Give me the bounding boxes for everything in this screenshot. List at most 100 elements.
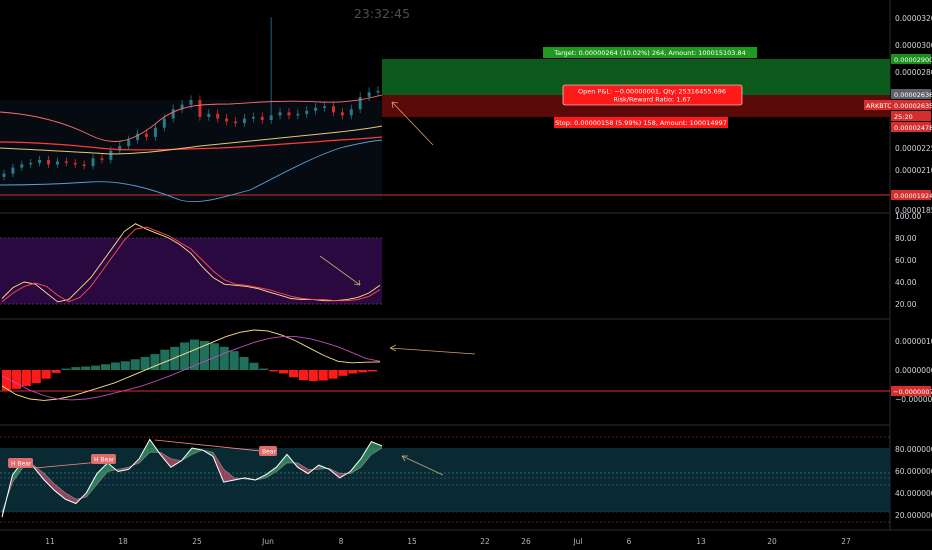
candle-body [349, 109, 353, 116]
candle-body [20, 164, 24, 168]
macd-histogram-bar [288, 370, 299, 378]
arrow-head [389, 344, 397, 349]
macd-histogram-bar [61, 368, 71, 370]
time-label: 22 [480, 537, 490, 546]
stoch-tick: 20.00 [895, 300, 917, 309]
macd-histogram-bar [100, 364, 111, 370]
time-label: 11 [45, 537, 55, 546]
candle-body [127, 139, 131, 147]
macd-badge-text: −0.00000071 [893, 388, 932, 396]
time-label: 25 [192, 537, 202, 546]
mfi-tick: 60.00000000 [895, 467, 932, 476]
candle-body [100, 158, 104, 160]
mfi-tick: 20.00000000 [895, 511, 932, 520]
candle-body [198, 100, 202, 117]
candle-body [171, 109, 175, 119]
time-label: 26 [521, 537, 531, 546]
macd-histogram-bar [298, 370, 308, 381]
macd-histogram-bar [81, 366, 91, 370]
divergence-label: H Bear [11, 461, 32, 468]
candle-body [47, 159, 51, 165]
candle-body [251, 116, 255, 119]
macd-histogram-bar [71, 367, 81, 370]
price-tick: 0.00002250 [895, 144, 932, 153]
macd-histogram-bar [11, 370, 21, 389]
money-flow-pane[interactable]: H Bear H Bear Bear [0, 436, 890, 523]
candle-body [2, 173, 6, 177]
candle-body [73, 162, 77, 165]
macd-tick: −0.00000100 [895, 395, 932, 404]
macd-histogram-bar [41, 370, 51, 379]
candle-body [376, 90, 380, 93]
candle-body [29, 162, 33, 165]
macd-histogram-bar [229, 351, 239, 370]
divergence-label: H Bear [94, 457, 115, 464]
candle-body [109, 150, 113, 160]
candle-body [225, 118, 229, 122]
macd-histogram-bar [219, 346, 229, 370]
macd-histogram-bar [259, 368, 269, 370]
macd-histogram-bar [358, 370, 368, 373]
symbol-badge-text: ARKBTC [866, 102, 892, 110]
chart-canvas[interactable]: 23:32:45 Target: 0.00000264 (10.02%) 264… [0, 0, 932, 550]
macd-histogram-bar [91, 365, 101, 370]
candle-body [242, 118, 246, 124]
macd-histogram-bar [110, 362, 120, 370]
candle-body [358, 97, 362, 110]
candle-body [305, 110, 309, 114]
macd-tick: 0.00000000 [895, 366, 932, 375]
candle-body [55, 161, 59, 165]
price-tick: 0.00003200 [895, 14, 932, 23]
candle-body [340, 112, 344, 116]
candle-body [216, 113, 220, 119]
macd-histogram-bar [239, 356, 249, 370]
stochastic-axis[interactable]: 100.00 80.00 60.00 40.00 20.00 [895, 212, 921, 309]
price-tick: 0.00002800 [895, 68, 932, 77]
macd-histogram-bar [338, 370, 348, 376]
time-label: 27 [841, 537, 851, 546]
arrow-annotation[interactable] [389, 347, 476, 355]
time-label: 15 [407, 537, 417, 546]
trading-chart[interactable]: 23:32:45 Target: 0.00000264 (10.02%) 264… [0, 0, 932, 550]
mfi-band [0, 448, 890, 512]
stoch-tick: 80.00 [895, 234, 917, 243]
candle-body [64, 161, 68, 163]
macd-histogram-bar [120, 361, 130, 370]
time-label: Jul [572, 537, 582, 546]
macd-axis[interactable]: 0.00000100 0.00000000 −0.00000100 −0.000… [891, 337, 932, 404]
stop-price-badge-text: 0.00002478 [894, 124, 932, 132]
candle-body [367, 92, 371, 97]
candle-body [287, 112, 291, 116]
mfi-axis[interactable]: 80.00000000 60.00000000 40.00000000 20.0… [895, 445, 932, 520]
time-label: 20 [767, 537, 777, 546]
candle-body [269, 115, 273, 120]
candle-body [296, 113, 300, 116]
macd-histogram-bar [130, 359, 140, 370]
macd-histogram-bar [21, 370, 31, 386]
price-pane[interactable]: Target: 0.00000264 (10.02%) 264, Amount:… [0, 17, 890, 203]
countdown-badge-text: 25:20 [894, 113, 913, 121]
candle-body [153, 127, 157, 137]
stochastic-pane[interactable] [0, 223, 382, 305]
target-label: Target: 0.00000264 (10.02%) 264, Amount:… [553, 49, 746, 57]
price-badge-entry-text: 0.00002636 [894, 91, 932, 99]
time-label: 6 [627, 537, 632, 546]
macd-histogram-bar [328, 370, 338, 379]
time-label: 8 [339, 537, 344, 546]
candle-body [323, 106, 327, 108]
macd-histogram-bar [160, 349, 170, 370]
candle-body [91, 158, 95, 166]
candle-body [144, 133, 148, 137]
level-price-badge-text: 0.00001924 [894, 192, 932, 200]
macd-histogram-bar [31, 370, 41, 384]
macd-histogram-bar [180, 342, 190, 370]
macd-pane[interactable] [0, 329, 890, 401]
time-label: 18 [118, 537, 128, 546]
risk-reward-label: Risk/Reward Ratio: 1.67 [613, 96, 690, 104]
macd-histogram-bar [318, 370, 328, 381]
stoch-tick: 60.00 [895, 256, 917, 265]
macd-histogram-bar [368, 370, 378, 372]
macd-histogram-bar [348, 370, 358, 374]
time-axis[interactable]: 11 18 25 Jun 8 15 22 26 Jul 6 13 20 27 [45, 537, 851, 546]
macd-histogram-bar [51, 370, 61, 373]
